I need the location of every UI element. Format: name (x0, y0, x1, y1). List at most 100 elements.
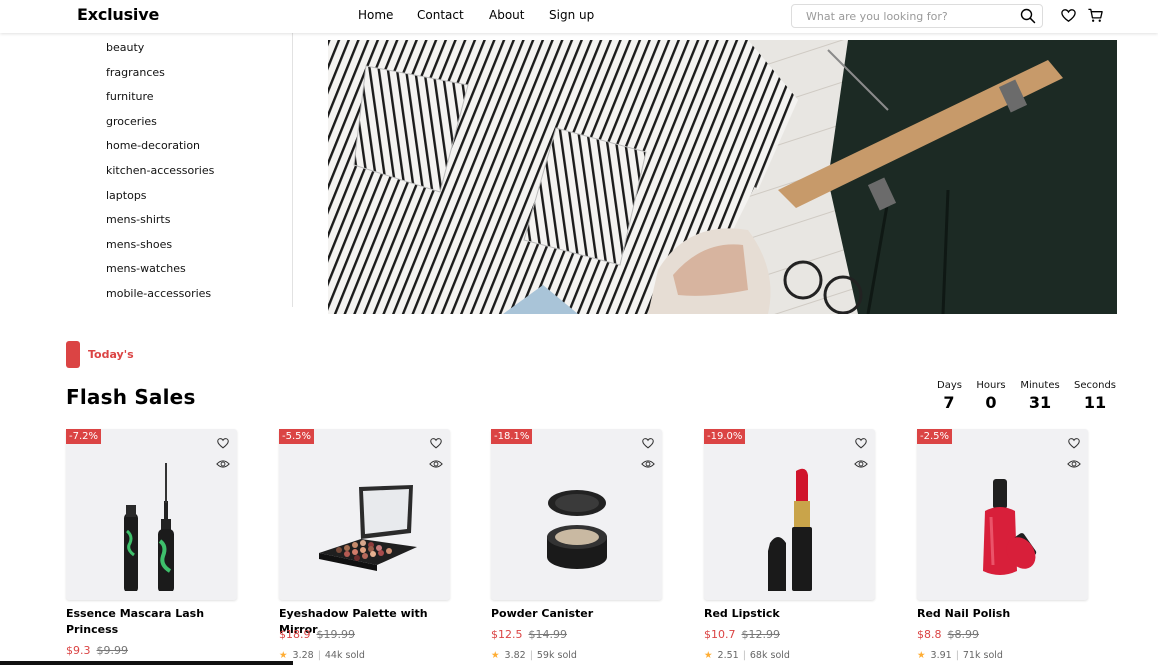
discount-badge: -18.1% (491, 429, 533, 444)
search-input[interactable] (806, 8, 1006, 24)
category-item[interactable]: laptops (106, 189, 147, 202)
original-price: $12.99 (741, 628, 781, 641)
discount-badge: -7.2% (66, 429, 102, 444)
hours-value: 0 (985, 393, 997, 412)
status-bar-strip (0, 661, 293, 665)
product-card[interactable]: -2.5% Red Nail Polish $8.8 $8.99 ★ 3.91 | 71… (917, 429, 1088, 665)
nav-about[interactable]: About (489, 8, 524, 22)
product-card[interactable]: -7.2% Essence Mascara Lash Princess $9.3… (66, 429, 237, 665)
countdown-seconds: Seconds 11 (1073, 380, 1117, 412)
product-rating: ★ 2.51 | 68k sold (704, 650, 790, 661)
discount-badge: -2.5% (917, 429, 953, 444)
cart-icon[interactable] (1087, 7, 1104, 24)
product-price: $12.5 $14.99 (491, 628, 567, 641)
banner-clothing-image (328, 40, 1117, 314)
rating-value: 3.91 (930, 650, 952, 661)
sold-count: 71k sold (962, 650, 1003, 661)
rating-value: 2.51 (717, 650, 739, 661)
days-label: Days (937, 380, 962, 391)
product-price: $8.8 $8.99 (917, 628, 979, 641)
mascara-product-image (124, 463, 174, 591)
product-image-area[interactable]: -7.2% (66, 429, 237, 600)
heart-icon[interactable] (1060, 7, 1077, 24)
product-price: $9.3 $9.99 (66, 644, 128, 657)
original-price: $19.99 (316, 628, 356, 641)
rating-value: 3.28 (292, 650, 314, 661)
category-sidebar: beauty fragrances furniture groceries ho… (0, 33, 300, 308)
sold-count: 59k sold (536, 650, 577, 661)
nav-signup[interactable]: Sign up (549, 8, 594, 22)
product-rating: ★ 3.82 | 59k sold (491, 650, 577, 661)
current-price: $9.3 (66, 644, 91, 657)
top-header: Exclusive Home Contact About Sign up (0, 0, 1158, 33)
rating-value: 3.82 (504, 650, 526, 661)
product-image-area[interactable]: -2.5% (917, 429, 1088, 600)
seconds-label: Seconds (1073, 380, 1116, 391)
product-rating: ★ 3.28 | 44k sold (279, 650, 365, 661)
current-price: $10.7 (704, 628, 736, 641)
product-price: $10.7 $12.99 (704, 628, 780, 641)
heart-icon[interactable] (1067, 436, 1081, 450)
category-item[interactable]: fragrances (106, 66, 165, 79)
heart-icon[interactable] (429, 436, 443, 450)
seconds-value: 11 (1083, 393, 1107, 412)
category-item[interactable]: home-decoration (106, 139, 200, 152)
countdown-minutes: Minutes 31 (1020, 380, 1060, 412)
product-name[interactable]: Powder Canister (491, 606, 662, 622)
category-item[interactable]: mobile-accessories (106, 287, 211, 300)
category-item[interactable]: furniture (106, 90, 154, 103)
category-item[interactable]: beauty (106, 41, 144, 54)
eye-icon[interactable] (429, 458, 443, 470)
hours-label: Hours (976, 380, 1006, 391)
original-price: $8.99 (947, 628, 980, 641)
search-icon[interactable] (1020, 8, 1036, 24)
eyeshadow-palette-image (319, 485, 417, 571)
product-image-area[interactable]: -19.0% (704, 429, 875, 600)
heart-icon[interactable] (641, 436, 655, 450)
section-label: Today's (88, 348, 134, 361)
product-name[interactable]: Red Nail Polish (917, 606, 1088, 622)
product-card[interactable]: -5.5% Eyeshadow Palette with Mirror $18.… (279, 429, 450, 665)
original-price: $9.99 (96, 644, 129, 657)
minutes-value: 31 (1028, 393, 1052, 412)
product-name[interactable]: Red Lipstick (704, 606, 875, 622)
nav-home[interactable]: Home (358, 8, 393, 22)
category-item[interactable]: mens-shoes (106, 238, 172, 251)
product-price: $18.9 $19.99 (279, 628, 355, 641)
product-name[interactable]: Essence Mascara Lash Princess (66, 606, 237, 638)
sold-count: 68k sold (749, 650, 790, 661)
star-icon: ★ (491, 650, 500, 661)
hero-banner-image[interactable] (328, 40, 1117, 314)
category-item[interactable]: kitchen-accessories (106, 164, 214, 177)
current-price: $8.8 (917, 628, 942, 641)
category-item[interactable]: mens-shirts (106, 213, 170, 226)
nail-polish-image (983, 479, 1037, 575)
product-image-area[interactable]: -18.1% (491, 429, 662, 600)
discount-badge: -19.0% (704, 429, 746, 444)
logo[interactable]: Exclusive (77, 5, 159, 24)
product-card[interactable]: -19.0% Red Lipstick $10.7 $12.99 ★ 2.51 | 68… (704, 429, 875, 665)
discount-badge: -5.5% (279, 429, 315, 444)
star-icon: ★ (279, 650, 288, 661)
section-accent-bar (66, 341, 80, 368)
category-item[interactable]: groceries (106, 115, 157, 128)
search-box (791, 4, 1043, 28)
nav-contact[interactable]: Contact (417, 8, 464, 22)
eye-icon[interactable] (641, 458, 655, 470)
countdown-hours: Hours 0 (976, 380, 1006, 412)
powder-canister-image (547, 490, 607, 569)
current-price: $18.9 (279, 628, 311, 641)
eye-icon[interactable] (854, 458, 868, 470)
countdown-days: Days 7 (937, 380, 962, 412)
product-card[interactable]: -18.1% Powder Canister $12.5 $14.99 ★ 3.82… (491, 429, 662, 665)
heart-icon[interactable] (216, 436, 230, 450)
sold-count: 44k sold (324, 650, 365, 661)
heart-icon[interactable] (854, 436, 868, 450)
eye-icon[interactable] (216, 458, 230, 470)
section-title: Flash Sales (66, 385, 196, 409)
product-image-area[interactable]: -5.5% (279, 429, 450, 600)
star-icon: ★ (917, 650, 926, 661)
category-item[interactable]: mens-watches (106, 262, 186, 275)
eye-icon[interactable] (1067, 458, 1081, 470)
sidebar-divider (292, 33, 293, 307)
